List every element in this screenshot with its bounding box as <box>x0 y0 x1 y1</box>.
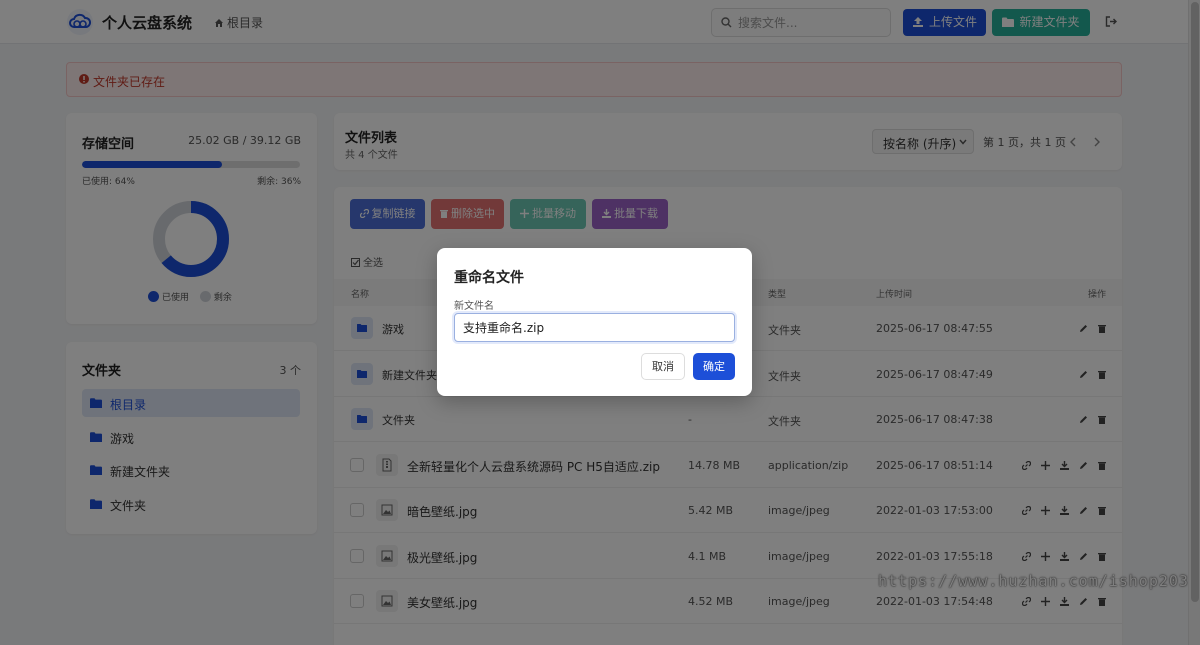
rename-dialog: 重命名文件 新文件名 取消 确定 <box>437 248 752 396</box>
new-filename-input[interactable] <box>454 313 735 342</box>
rename-dialog-title: 重命名文件 <box>454 270 524 286</box>
confirm-button[interactable]: 确定 <box>693 353 735 380</box>
new-filename-label: 新文件名 <box>454 301 494 312</box>
cancel-button[interactable]: 取消 <box>641 353 685 380</box>
